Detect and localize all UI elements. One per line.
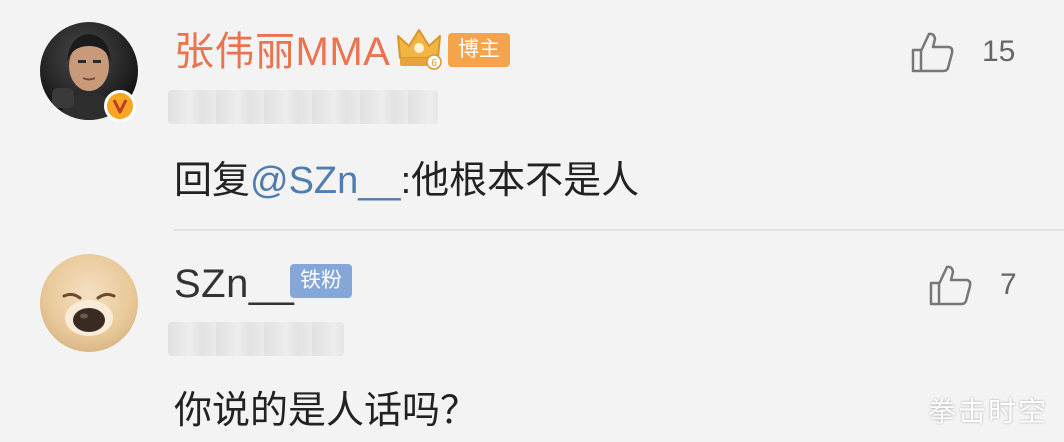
blurred-meta-info — [168, 322, 344, 356]
verified-badge-icon — [104, 90, 136, 122]
comment-text: 你说的是人话吗？ — [174, 388, 478, 434]
crown-icon: 6 — [397, 29, 442, 70]
watermark: 拳击时空 — [927, 396, 1048, 427]
reply-prefix: 回复 — [174, 160, 251, 202]
dog-avatar-icon — [62, 292, 116, 336]
fan-tag: 铁粉 — [290, 264, 352, 298]
comment-text: 回复@SZn__:他根本不是人 — [174, 158, 639, 204]
blogger-tag: 博主 — [448, 33, 510, 67]
thumbs-up-icon — [911, 32, 954, 73]
comment-item: 张伟丽MMA 6 博主 回复@SZn__:他根本不是人 15 — [0, 0, 1064, 230]
mention-link[interactable]: @SZn__ — [250, 160, 401, 202]
username[interactable]: SZn__ — [174, 260, 294, 308]
thumbs-up-icon — [929, 265, 972, 306]
comment-body: 你说的是人话吗？ — [174, 390, 479, 432]
avatar[interactable] — [40, 254, 138, 352]
comment-item — [0, 231, 1064, 442]
username[interactable]: 张伟丽MMA — [174, 28, 390, 76]
comment-body: :他根本不是人 — [400, 160, 640, 202]
like-count: 15 — [982, 35, 1016, 68]
like-button[interactable]: 15 — [910, 30, 1015, 74]
like-count: 7 — [1000, 268, 1017, 301]
like-button[interactable]: 7 — [928, 263, 1017, 307]
svg-text:6: 6 — [431, 58, 437, 69]
blurred-meta-info — [168, 90, 438, 124]
